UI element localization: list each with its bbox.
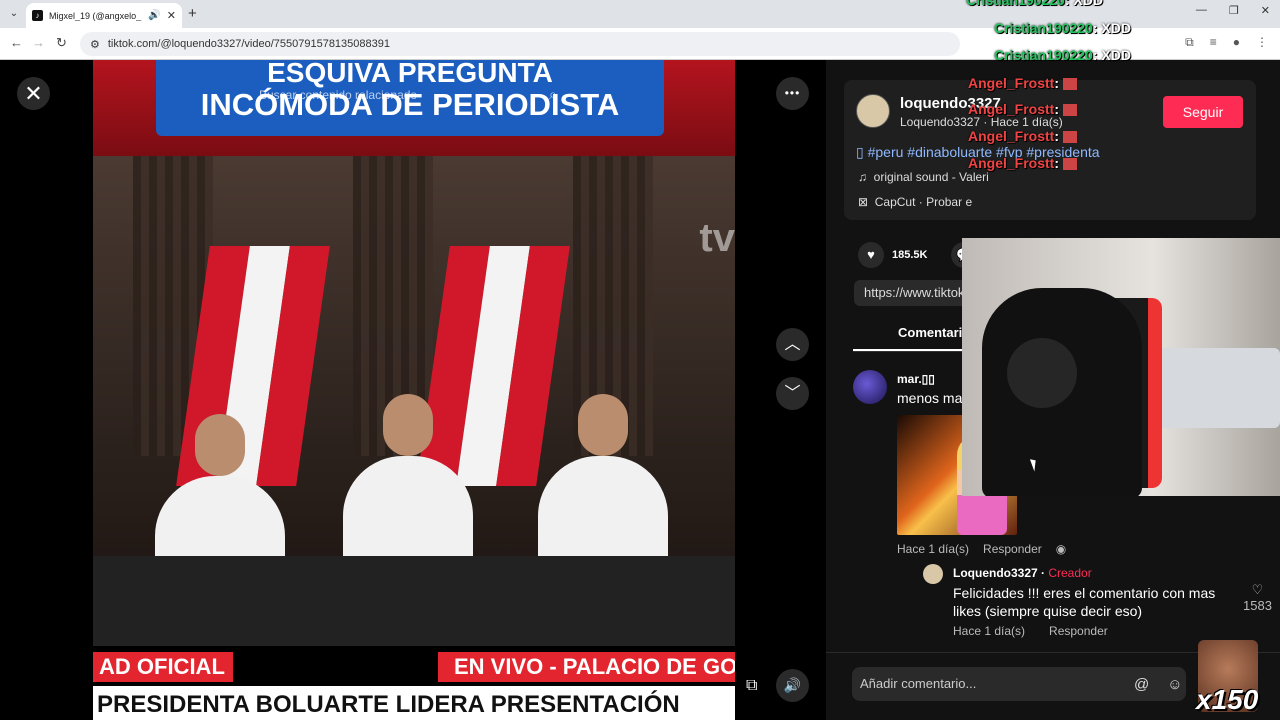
address-bar[interactable]: ⚙ tiktok.com/@loquendo3327/video/7550791… <box>80 32 960 56</box>
related-search-text[interactable]: Buscar contenido relacionado <box>259 88 417 102</box>
creator-liked-icon: ◉ <box>1055 542 1067 556</box>
tab-close-icon[interactable]: ✕ <box>167 9 176 22</box>
stream-chat-overlay: Cristian190220: XDD Cristian190220: XDD … <box>966 0 1166 180</box>
video-player[interactable]: ESQUIVA PREGUNTA INCÓMODA DE PERIODISTA … <box>93 60 735 720</box>
chat-emote-icon <box>1062 78 1077 91</box>
peru-flag-right <box>416 246 570 486</box>
tab-audio-icon[interactable]: 🔊 <box>148 10 160 21</box>
extensions-icon[interactable]: ⧉ <box>1185 35 1194 50</box>
author-avatar[interactable] <box>856 94 890 128</box>
reply-time: Hace 1 día(s) <box>953 624 1026 638</box>
like-count: 185.5K <box>892 249 928 261</box>
tv-watermark: tv <box>699 216 735 260</box>
webcam-streamer <box>982 288 1142 496</box>
heart-icon[interactable]: ♥ <box>858 242 884 268</box>
restore-button[interactable]: ❐ <box>1229 4 1239 17</box>
chat-line: Cristian190220: XDD <box>994 20 1131 36</box>
tab-title: Migxel_19 (@angxelo_19) | <box>49 10 142 21</box>
new-tab-button[interactable]: + <box>188 5 197 22</box>
news-lower-third: AD OFICIAL EN VIVO - PALACIO DE GO PRESI… <box>93 646 735 720</box>
reply-meta: Hace 1 día(s) Responder <box>953 624 1108 638</box>
video-scene: tv <box>93 156 735 646</box>
reload-icon[interactable]: ↻ <box>56 35 67 51</box>
music-note-icon: ♫ <box>858 170 867 184</box>
tiktok-favicon-icon: ♪ <box>32 10 43 21</box>
media-icon[interactable]: ≡ <box>1210 35 1217 50</box>
forward-icon[interactable]: → <box>32 35 45 50</box>
previous-video-button[interactable]: ︿ <box>776 328 809 361</box>
volume-button[interactable]: 🔊 <box>776 669 809 702</box>
site-info-icon[interactable]: ⚙ <box>90 38 100 51</box>
emote-multiplier: x150 <box>1196 684 1259 715</box>
window-close-button[interactable]: ✕ <box>1261 4 1270 17</box>
mention-icon[interactable]: @ <box>1134 676 1149 693</box>
chat-line: Angel_Frostt: <box>968 101 1077 117</box>
chat-line: Angel_Frostt: <box>968 128 1077 144</box>
extension-icons: ⧉ ≡ ● ⋮ <box>1185 35 1268 50</box>
reply-text: Felicidades !!! eres el comentario con m… <box>953 585 1216 619</box>
browser-tab[interactable]: ♪ Migxel_19 (@angxelo_19) | 🔊 ✕ <box>26 3 182 28</box>
chat-emote-icon <box>1062 158 1077 171</box>
close-video-button[interactable]: ✕ <box>17 77 50 110</box>
reply-like[interactable]: ♡ 1583 <box>1243 582 1272 613</box>
heart-outline-icon[interactable]: ♡ <box>1243 582 1272 598</box>
press-desk <box>93 556 735 646</box>
chat-line: Cristian190220: XDD <box>966 0 1103 8</box>
comment-reply-button[interactable]: Responder <box>983 542 1042 556</box>
more-options-button[interactable]: ••• <box>776 77 809 110</box>
commenter-name[interactable]: mar.▯▯ <box>897 372 935 386</box>
chat-line: Angel_Frostt: <box>968 75 1077 91</box>
capcut-icon: ⊠ <box>858 195 869 209</box>
next-video-button[interactable]: ﹀ <box>776 377 809 410</box>
follow-button[interactable]: Seguir <box>1163 96 1243 128</box>
reply-like-count: 1583 <box>1243 598 1272 613</box>
minimize-button[interactable]: — <box>1196 4 1207 17</box>
creator-badge: Creador <box>1048 566 1092 580</box>
reply-reply-button[interactable]: Responder <box>1049 624 1108 638</box>
chat-line: Cristian190220: XDD <box>994 47 1131 63</box>
floating-player-icon[interactable]: ⧉ <box>746 677 757 695</box>
lower-third-left: AD OFICIAL <box>93 652 233 682</box>
reply-avatar[interactable] <box>923 564 943 584</box>
tab-search-icon[interactable]: ⌄ <box>6 6 22 22</box>
lower-third-right: EN VIVO - PALACIO DE GO <box>438 652 735 682</box>
reply-author[interactable]: Loquendo3327 · Creador <box>953 566 1092 580</box>
streamer-webcam <box>962 238 1280 496</box>
chat-emote-icon <box>1062 104 1077 117</box>
composer-icons: @ ☺ <box>1134 676 1183 693</box>
lower-third-headline: PRESIDENTA BOLUARTE LIDERA PRESENTACIÓN <box>93 686 735 720</box>
chat-line: Angel_Frostt: <box>968 155 1077 171</box>
comment-meta: Hace 1 día(s) Responder ◉ <box>897 542 1066 556</box>
emoji-icon[interactable]: ☺ <box>1167 676 1182 693</box>
url-text: tiktok.com/@loquendo3327/video/755079157… <box>107 38 390 50</box>
back-icon[interactable]: ← <box>10 35 23 50</box>
window-controls: — ❐ ✕ <box>1196 4 1270 17</box>
chat-emote-icon <box>1062 131 1077 144</box>
menu-icon[interactable]: ⋮ <box>1256 35 1268 50</box>
search-icon[interactable]: ⌕ <box>549 86 557 103</box>
profile-icon[interactable]: ● <box>1233 35 1240 50</box>
banner-line1: ESQUIVA PREGUNTA <box>267 60 553 88</box>
engagement-row: ♥ 185.5K 💬 <box>858 242 978 268</box>
comment-time: Hace 1 día(s) <box>897 542 970 556</box>
capcut-row[interactable]: ⊠ CapCut · Probar e <box>858 195 972 209</box>
comment-text: menos mal <box>897 390 966 406</box>
commenter-avatar[interactable] <box>853 370 887 404</box>
reply-author-name: Loquendo3327 · <box>953 566 1049 580</box>
capcut-label: CapCut · Probar e <box>874 195 973 209</box>
